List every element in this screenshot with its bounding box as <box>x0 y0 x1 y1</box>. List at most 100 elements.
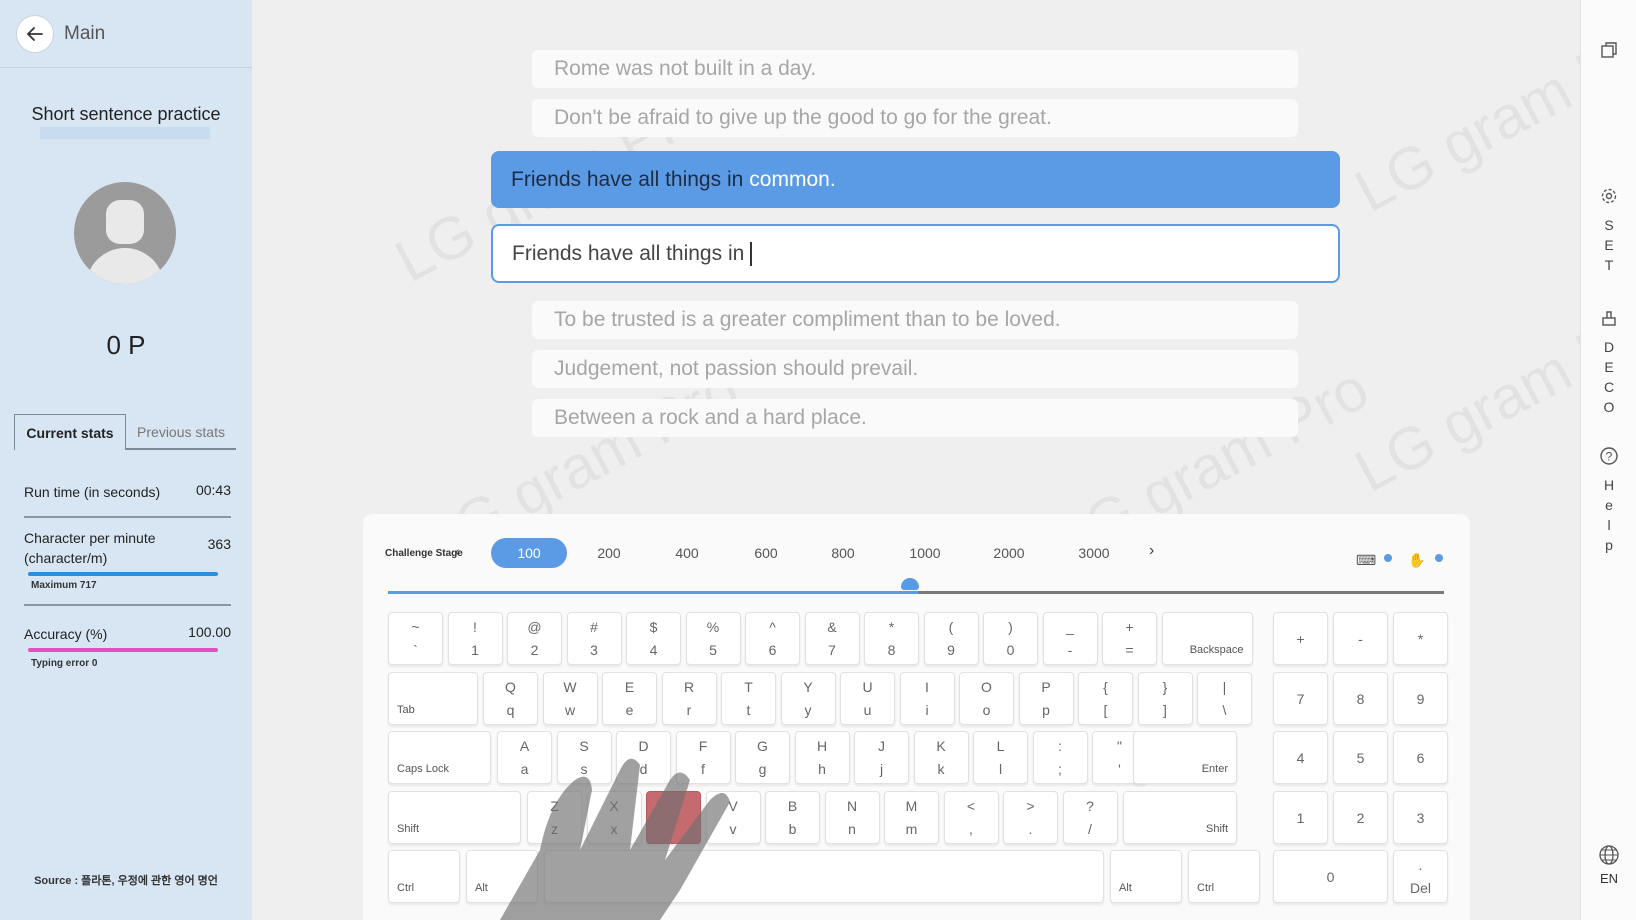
sentence-next: Between a rock and a hard place. <box>532 399 1298 437</box>
key-caps-lock[interactable]: Caps Lock <box>388 731 491 784</box>
key-.[interactable]: >. <box>1003 791 1058 844</box>
stage-button[interactable]: 400 <box>649 538 725 568</box>
key-][interactable]: }] <box>1137 672 1193 725</box>
key-ctrl-left[interactable]: Ctrl <box>388 850 460 903</box>
numpad-key-1[interactable]: 1 <box>1273 791 1328 844</box>
numpad-key-0[interactable]: 0 <box>1273 850 1388 903</box>
keyboard-icon[interactable]: ⌨ <box>1356 552 1376 569</box>
key-j[interactable]: Jj <box>854 731 909 784</box>
key-=[interactable]: + = <box>1102 612 1157 665</box>
key-9[interactable]: (9 <box>923 612 979 665</box>
chevron-right-icon[interactable]: › <box>1149 542 1154 560</box>
stage-button[interactable]: 1000 <box>887 538 963 568</box>
back-button[interactable] <box>16 14 54 53</box>
key-shift-right[interactable]: Shift <box>1123 791 1237 844</box>
key-g[interactable]: Gg <box>735 731 790 784</box>
key-q[interactable]: Qq <box>483 672 538 725</box>
typing-input[interactable]: Friends have all things in <box>491 224 1340 283</box>
key-6[interactable]: ^ 6 <box>745 612 800 665</box>
key-space[interactable] <box>544 850 1104 903</box>
numpad-key-4[interactable]: 4 <box>1273 731 1328 784</box>
key-r[interactable]: Rr <box>661 672 717 725</box>
key-enter[interactable]: Enter <box>1133 731 1237 784</box>
key-c[interactable] <box>646 791 701 844</box>
key-5[interactable]: % 5 <box>685 612 741 665</box>
key-d[interactable]: Dd <box>616 731 671 784</box>
key-4[interactable]: $4 <box>626 612 681 665</box>
key-`[interactable]: ~ ` <box>388 612 443 665</box>
key-\[interactable]: | \ <box>1197 672 1252 725</box>
window-icon[interactable] <box>1581 40 1636 65</box>
key-a[interactable]: Aa <box>497 731 552 784</box>
key-o[interactable]: Oo <box>959 672 1014 725</box>
divider <box>24 604 231 606</box>
key-ctrl-right[interactable]: Ctrl <box>1188 850 1260 903</box>
numpad-key[interactable]: + <box>1273 612 1328 665</box>
stage-button[interactable]: 200 <box>571 538 647 568</box>
tab-previous-stats[interactable]: Previous stats <box>126 414 236 450</box>
key-3[interactable]: #3 <box>566 612 622 665</box>
key-1[interactable]: ! 1 <box>447 612 503 665</box>
stage-button[interactable]: 600 <box>728 538 804 568</box>
key-e[interactable]: Ee <box>602 672 657 725</box>
key-backspace[interactable]: Backspace <box>1161 612 1253 665</box>
menu-deco[interactable]: D E C O <box>1581 308 1636 417</box>
key-/[interactable]: ? / <box>1062 791 1118 844</box>
menu-set[interactable]: S E T <box>1581 186 1636 275</box>
key-;[interactable]: :; <box>1032 731 1088 784</box>
numpad-key-8[interactable]: 8 <box>1333 672 1388 725</box>
key-,[interactable]: <, <box>943 791 999 844</box>
key-y[interactable]: Yy <box>780 672 836 725</box>
key-h[interactable]: Hh <box>794 731 850 784</box>
key-i[interactable]: Ii <box>899 672 955 725</box>
menu-help[interactable]: ? H e l p <box>1581 446 1636 555</box>
numpad-key[interactable]: - <box>1333 612 1388 665</box>
key-f[interactable]: Ff <box>675 731 731 784</box>
key-m[interactable]: Mm <box>884 791 939 844</box>
key-v[interactable]: Vv <box>705 791 761 844</box>
numpad-key-6[interactable]: 6 <box>1393 731 1448 784</box>
numpad-key-9[interactable]: 9 <box>1393 672 1448 725</box>
stage-button[interactable]: 800 <box>805 538 881 568</box>
numpad-key[interactable]: * <box>1393 612 1448 665</box>
keyboard-toggle-dot[interactable] <box>1384 554 1392 562</box>
key-t[interactable]: Tt <box>721 672 776 725</box>
key-shift-left[interactable]: Shift <box>388 791 521 844</box>
key-n[interactable]: Nn <box>824 791 880 844</box>
key-b[interactable]: Bb <box>765 791 820 844</box>
stage-button[interactable]: 3000 <box>1056 538 1132 568</box>
key-u[interactable]: Uu <box>840 672 895 725</box>
key-z[interactable]: Zz <box>527 791 582 844</box>
numpad-key-3[interactable]: 3 <box>1393 791 1448 844</box>
key-lower-label: 9 <box>947 642 955 658</box>
key-s[interactable]: Ss <box>556 731 612 784</box>
key-0[interactable]: ) 0 <box>983 612 1038 665</box>
numpad-key-5[interactable]: 5 <box>1333 731 1388 784</box>
key-p[interactable]: Pp <box>1018 672 1074 725</box>
key-lower-label: i <box>925 702 929 718</box>
hand-icon[interactable]: ✋ <box>1408 552 1425 569</box>
language-button[interactable]: EN <box>1581 844 1636 886</box>
stage-button[interactable]: 2000 <box>971 538 1047 568</box>
key-8[interactable]: * 8 <box>864 612 919 665</box>
stats-tabs: Current stats Previous stats <box>14 414 236 450</box>
numpad-key-del[interactable]: . Del <box>1393 850 1448 903</box>
key-7[interactable]: & 7 <box>804 612 860 665</box>
stage-button[interactable]: 100 <box>491 538 567 568</box>
key-x[interactable]: Xx <box>586 791 642 844</box>
key-alt-right[interactable]: Alt <box>1110 850 1182 903</box>
topbar-title[interactable]: Main <box>64 23 105 45</box>
key-2[interactable]: @2 <box>507 612 562 665</box>
key-alt-left[interactable]: Alt <box>466 850 538 903</box>
key-[[interactable]: {[ <box>1078 672 1133 725</box>
tab-current-stats[interactable]: Current stats <box>14 414 126 450</box>
key-w[interactable]: Ww <box>542 672 598 725</box>
key-k[interactable]: Kk <box>913 731 969 784</box>
key-tab[interactable]: Tab <box>388 672 478 725</box>
chevron-left-icon[interactable]: ‹ <box>455 543 460 559</box>
numpad-key-7[interactable]: 7 <box>1273 672 1328 725</box>
numpad-key-2[interactable]: 2 <box>1333 791 1388 844</box>
key-l[interactable]: Ll <box>973 731 1028 784</box>
hand-toggle-dot[interactable] <box>1435 554 1443 562</box>
key--[interactable]: _ - <box>1042 612 1098 665</box>
